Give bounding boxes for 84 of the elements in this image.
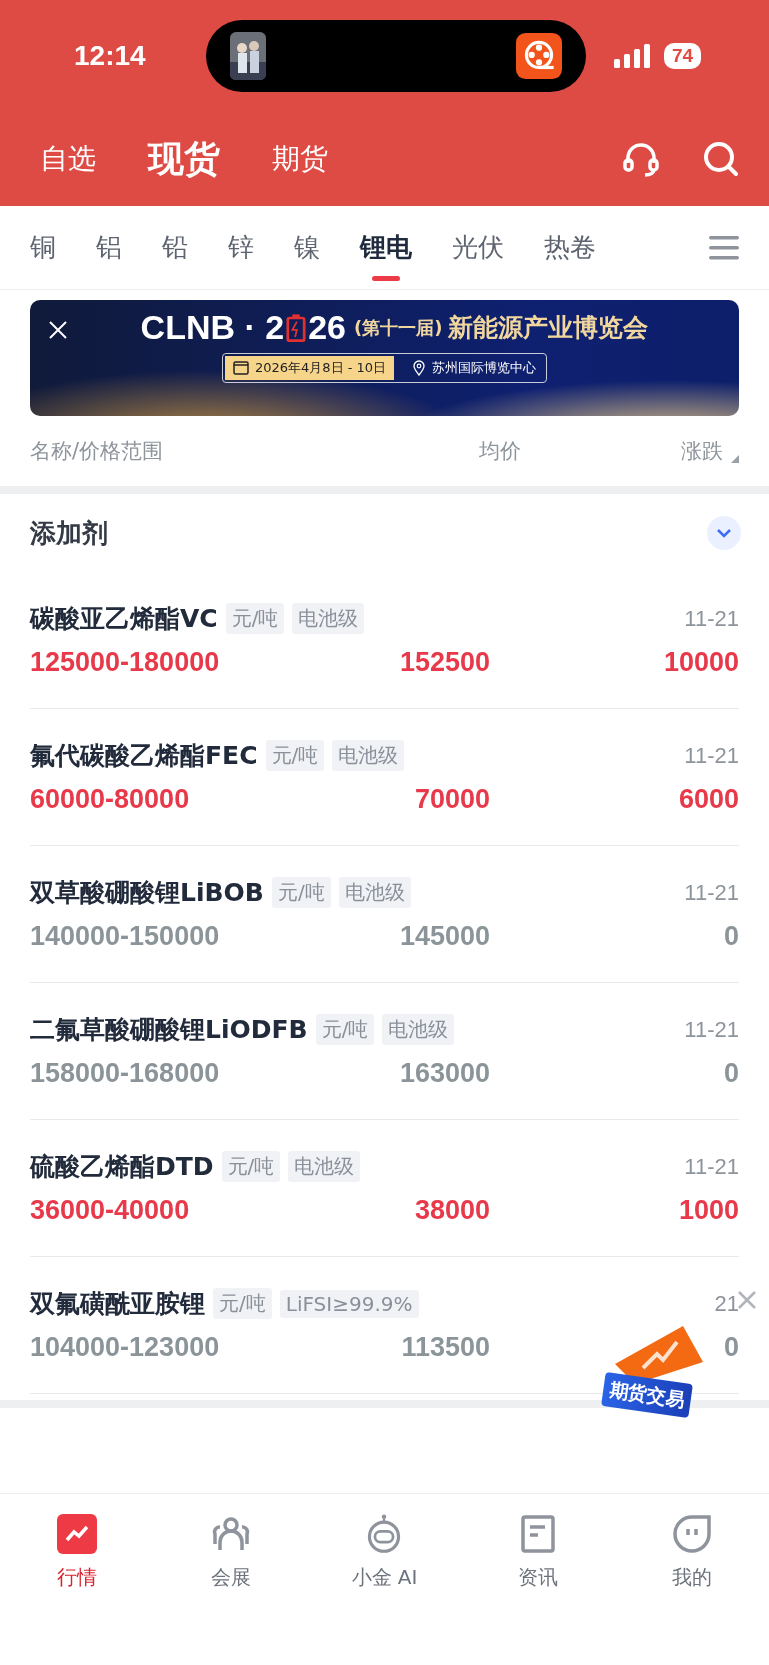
category-tab[interactable]: 镍 [294, 212, 320, 283]
product-name[interactable]: 碳酸亚乙烯酯VC [30, 602, 218, 635]
film-reel-icon [516, 33, 562, 79]
average-price: 152500 [398, 647, 490, 678]
header-tab[interactable]: 期货 [272, 140, 328, 178]
tag: 电池级 [332, 740, 405, 771]
battery-icon [286, 312, 307, 343]
price-range: 140000-150000 [30, 921, 221, 952]
chevron-icon [716, 528, 732, 538]
expo-venue: 苏州国际博览中心 [432, 359, 537, 377]
tag: 元/吨 [213, 1288, 272, 1319]
status-time: 12:14 [74, 40, 147, 72]
average-price: 113500 [400, 1332, 490, 1363]
category-tab[interactable]: 锌 [228, 212, 254, 283]
battery-indicator: 74 [664, 43, 702, 69]
sort-icon[interactable] [731, 455, 739, 463]
price-change: 0 [723, 1058, 739, 1089]
average-price: 70000 [413, 784, 490, 815]
average-price: 163000 [398, 1058, 490, 1089]
date: 11-21 [684, 1153, 739, 1180]
tag: 电池级 [292, 603, 365, 634]
category-tab[interactable]: 铝 [96, 212, 122, 283]
column-header: 均价 [479, 438, 521, 465]
category-tab[interactable]: 热卷 [544, 212, 596, 283]
average-price: 145000 [398, 921, 490, 952]
category-tab[interactable]: 铜 [30, 212, 56, 283]
tag: 电池级 [338, 877, 411, 908]
expo-edition: (第十一届) [353, 315, 443, 340]
section-title: 添加剂 [30, 516, 108, 550]
signal-icon [614, 44, 650, 68]
nav-tab[interactable]: 小金 AI [307, 1514, 462, 1591]
collapse-button[interactable] [707, 516, 741, 550]
tag: LiFSI≥99.9% [279, 1289, 419, 1318]
price-change: 1000 [678, 1195, 739, 1226]
date: 11-21 [684, 742, 739, 769]
product-name[interactable]: 氟代碳酸乙烯酯FEC [30, 739, 258, 772]
price-change: 0 [723, 1332, 739, 1363]
column-header[interactable]: 涨跌 [681, 437, 723, 465]
expo-brand: 26 [308, 308, 346, 347]
expo-banner[interactable]: CLNB · 2 26 (第十一届) 新能源产业博览会 2026年4月8日 - 10日 苏州国际博览中心 [30, 300, 739, 416]
tag: 元/吨 [225, 603, 285, 634]
price-range: 104000-123000 [30, 1332, 221, 1363]
chart-icon [56, 1514, 97, 1554]
date: 21 [714, 1290, 739, 1317]
price-change: 6000 [678, 784, 739, 815]
price-range: 60000-80000 [30, 784, 191, 815]
average-price: 38000 [413, 1195, 490, 1226]
expo-title: 新能源产业博览会 [448, 312, 649, 344]
tag: 元/吨 [315, 1014, 375, 1045]
nav-tab[interactable]: 资讯 [461, 1514, 616, 1591]
product-name[interactable]: 双草酸硼酸锂LiBOB [30, 876, 264, 909]
chat-bubble-icon [672, 1514, 713, 1554]
category-tab[interactable]: 铅 [162, 212, 188, 283]
header-tab[interactable]: 现货 [148, 134, 220, 184]
expo-date: 2026年4月8日 - 10日 [224, 356, 395, 380]
calendar-icon [232, 361, 249, 375]
category-tab[interactable]: 光伏 [452, 212, 504, 283]
price-range: 158000-168000 [30, 1058, 221, 1089]
tag: 电池级 [288, 1151, 361, 1182]
column-header: 名称/价格范围 [30, 438, 165, 465]
product-name[interactable]: 硫酸乙烯酯DTD [30, 1150, 214, 1183]
price-change: 0 [723, 921, 739, 952]
tag: 元/吨 [271, 877, 331, 908]
location-icon [412, 360, 427, 376]
header-tab[interactable]: 自选 [40, 140, 96, 178]
tag: 电池级 [382, 1014, 455, 1045]
menu-icon[interactable] [709, 235, 739, 260]
date: 11-21 [684, 879, 739, 906]
expo-brand: CLNB · 2 [140, 308, 285, 347]
nav-tab[interactable]: 会展 [153, 1514, 308, 1591]
date: 11-21 [684, 605, 739, 632]
nav-tab[interactable]: 我的 [615, 1514, 769, 1591]
tag: 元/吨 [221, 1151, 281, 1182]
product-name[interactable]: 双氟磺酰亚胺锂 [30, 1287, 205, 1320]
futures-trading-badge[interactable]: 期货交易 [595, 1324, 715, 1428]
tag: 元/吨 [265, 740, 325, 771]
search-icon[interactable] [701, 139, 741, 179]
product-name[interactable]: 二氟草酸硼酸锂LiODFB [30, 1013, 308, 1046]
category-tab[interactable]: 锂电 [360, 212, 412, 283]
nav-tab[interactable]: 行情 [0, 1514, 154, 1591]
price-change: 10000 [663, 647, 739, 678]
date: 11-21 [684, 1016, 739, 1043]
price-range: 125000-180000 [30, 647, 221, 678]
price-range: 36000-40000 [30, 1195, 191, 1226]
